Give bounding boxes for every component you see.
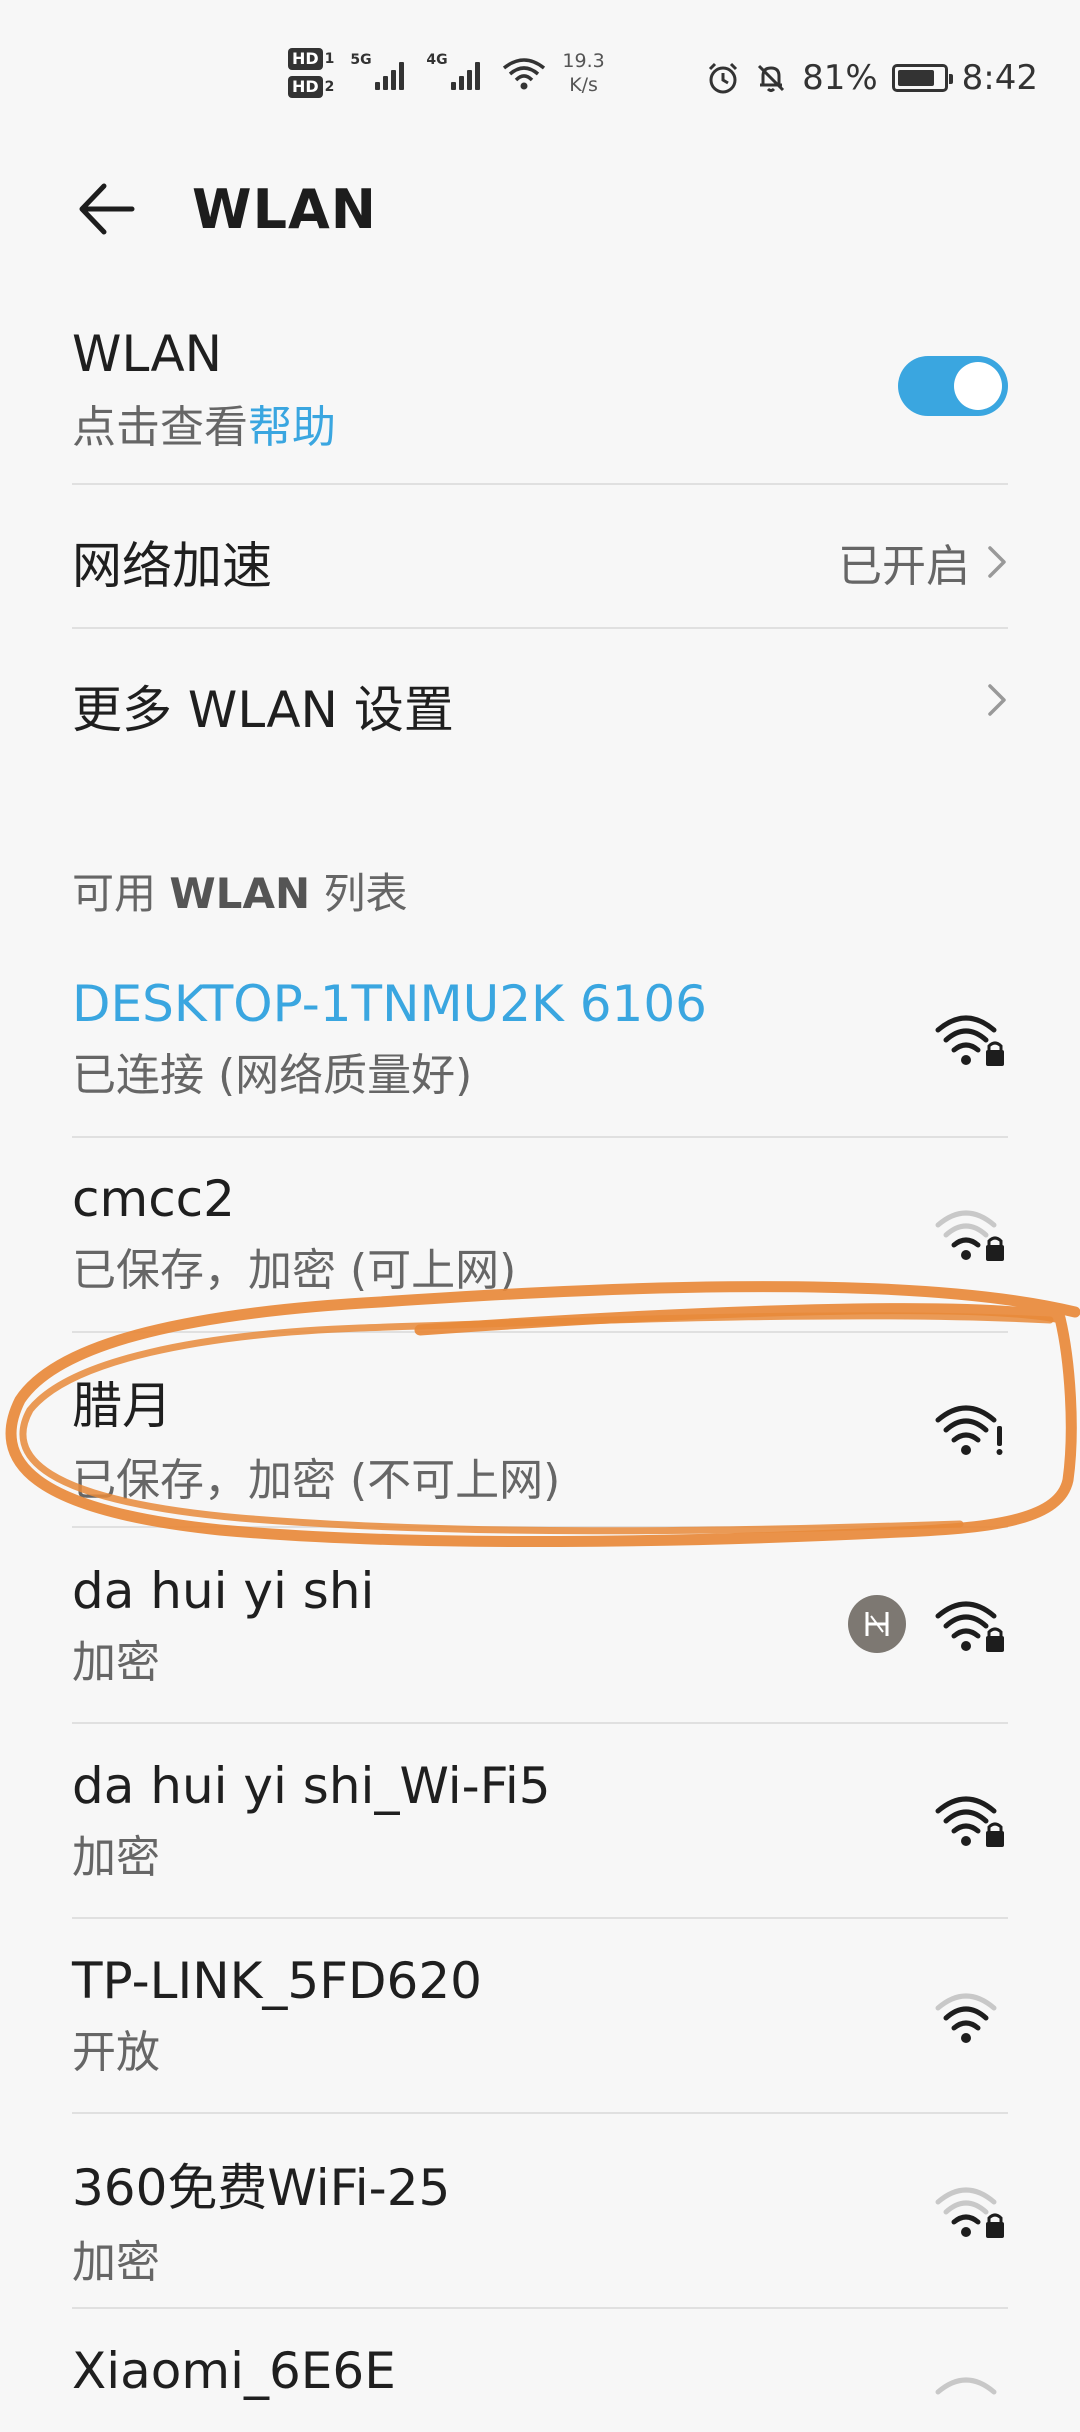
network-name: 360免费WiFi-25 bbox=[72, 2159, 451, 2217]
wifi-icon bbox=[935, 1993, 997, 2043]
hd-indicators: HD 1 HD 2 bbox=[288, 48, 334, 98]
divider bbox=[72, 2112, 1008, 2114]
more-wlan-settings-label: 更多 WLAN 设置 bbox=[72, 681, 454, 739]
hd2-sub: 2 bbox=[324, 79, 335, 95]
signal-sim2-icon: 4G bbox=[426, 52, 486, 90]
network-item[interactable]: cmcc2 已保存，加密 (可上网) bbox=[72, 1170, 1008, 1298]
more-settings-chevron-group[interactable] bbox=[986, 682, 1008, 718]
hd2-label: HD bbox=[288, 76, 323, 98]
signal-sim1-icon: 5G bbox=[350, 52, 410, 90]
speed-value: 19.3 bbox=[562, 50, 605, 72]
list-label-prefix: 可用 bbox=[72, 869, 170, 918]
sim1-tag: 5G bbox=[350, 52, 372, 68]
hd1-sub: 1 bbox=[324, 51, 335, 67]
network-boost-value-group[interactable]: 已开启 bbox=[838, 530, 1008, 594]
hd1-label: HD bbox=[288, 48, 323, 70]
hd-badge-1: HD 1 bbox=[288, 48, 334, 70]
network-status: 已保存，加密 (不可上网) bbox=[72, 1455, 561, 1506]
list-label-suffix: 列表 bbox=[310, 869, 408, 918]
list-label-bold: WLAN bbox=[169, 869, 311, 918]
wlan-toggle-row[interactable]: WLAN 点击查看帮助 bbox=[72, 325, 1008, 455]
arrow-left-icon[interactable] bbox=[72, 174, 142, 244]
network-status: 开放 bbox=[72, 2027, 160, 2078]
network-status: 已保存，加密 (可上网) bbox=[72, 1245, 517, 1296]
network-name: Xiaomi_6E6E bbox=[72, 2342, 396, 2400]
chevron-right-icon bbox=[988, 546, 1006, 578]
hd-badge-2: HD 2 bbox=[288, 76, 334, 98]
alarm-icon bbox=[709, 62, 738, 94]
network-boost-value: 已开启 bbox=[838, 541, 970, 592]
wifi-lock-icon bbox=[935, 1210, 1004, 1261]
divider bbox=[72, 1722, 1008, 1724]
wifi-warning-icon bbox=[935, 1405, 1003, 1455]
network-item-connected[interactable]: DESKTOP-1TNMU2K 6106 已连接 (网络质量好) bbox=[72, 975, 1008, 1103]
hw-share-icon bbox=[848, 1595, 906, 1653]
divider bbox=[72, 483, 1008, 485]
divider bbox=[72, 1526, 1008, 1528]
app-header: WLAN bbox=[0, 150, 1080, 270]
bell-muted-icon bbox=[758, 64, 785, 92]
divider bbox=[72, 2307, 1008, 2309]
divider bbox=[72, 1331, 1008, 1333]
wlan-switch[interactable] bbox=[898, 356, 1008, 416]
wlan-toggle-label: WLAN bbox=[72, 325, 223, 383]
clock: 8:42 bbox=[961, 58, 1038, 98]
battery-percent: 81% bbox=[802, 58, 878, 98]
status-left: HD 1 HD 2 5G 4G 19.3 K/s bbox=[288, 48, 605, 98]
wifi-status-icon bbox=[503, 58, 546, 90]
chevron-right-icon bbox=[988, 684, 1006, 716]
network-item[interactable]: da hui yi shi_Wi-Fi5 加密 bbox=[72, 1757, 1008, 1885]
divider bbox=[72, 1136, 1008, 1138]
divider bbox=[72, 627, 1008, 629]
network-status: 加密 bbox=[72, 1832, 160, 1883]
wifi-lock-icon bbox=[935, 1015, 1004, 1066]
available-wlan-list-label: 可用 WLAN 列表 bbox=[72, 860, 407, 921]
wlan-switch-knob bbox=[954, 362, 1002, 410]
network-item[interactable]: TP-LINK_5FD620 开放 bbox=[72, 1952, 1008, 2080]
status-right: 81% 8:42 bbox=[706, 58, 1038, 98]
divider bbox=[72, 1917, 1008, 1919]
network-name: TP-LINK_5FD620 bbox=[72, 1952, 482, 2010]
wifi-icon bbox=[935, 2377, 997, 2395]
wifi-lock-icon bbox=[935, 2187, 1004, 2238]
wifi-lock-icon bbox=[935, 1796, 1004, 1847]
network-item[interactable]: Xiaomi_6E6E bbox=[72, 2342, 1008, 2400]
network-name: cmcc2 bbox=[72, 1170, 235, 1228]
battery-fill bbox=[897, 70, 934, 86]
network-item[interactable]: 360免费WiFi-25 加密 bbox=[72, 2148, 1008, 2290]
help-prefix: 点击查看 bbox=[72, 402, 248, 453]
help-link[interactable]: 帮助 bbox=[248, 402, 336, 453]
network-name: da hui yi shi_Wi-Fi5 bbox=[72, 1757, 551, 1815]
speed-unit: K/s bbox=[569, 74, 598, 96]
wlan-help-text: 点击查看帮助 bbox=[72, 391, 1008, 455]
network-speed: 19.3 K/s bbox=[562, 49, 604, 97]
sim2-tag: 4G bbox=[426, 52, 448, 68]
network-item[interactable]: 腊月 已保存，加密 (不可上网) bbox=[72, 1366, 1008, 1508]
more-wlan-settings-row[interactable]: 更多 WLAN 设置 bbox=[72, 670, 1008, 742]
network-name: 腊月 bbox=[72, 1377, 172, 1435]
page-title: WLAN bbox=[192, 178, 377, 241]
status-bar: HD 1 HD 2 5G 4G 19.3 K/s 81% 8:42 bbox=[0, 0, 1080, 140]
network-status: 已连接 (网络质量好) bbox=[72, 1050, 473, 1101]
wlan-settings-screen: HD 1 HD 2 5G 4G 19.3 K/s 81% 8:42 WLAN W… bbox=[0, 0, 1080, 2400]
battery-icon bbox=[891, 64, 953, 92]
wifi-lock-icon bbox=[935, 1601, 1004, 1652]
network-name: DESKTOP-1TNMU2K 6106 bbox=[72, 975, 707, 1033]
network-status: 加密 bbox=[72, 2237, 160, 2288]
